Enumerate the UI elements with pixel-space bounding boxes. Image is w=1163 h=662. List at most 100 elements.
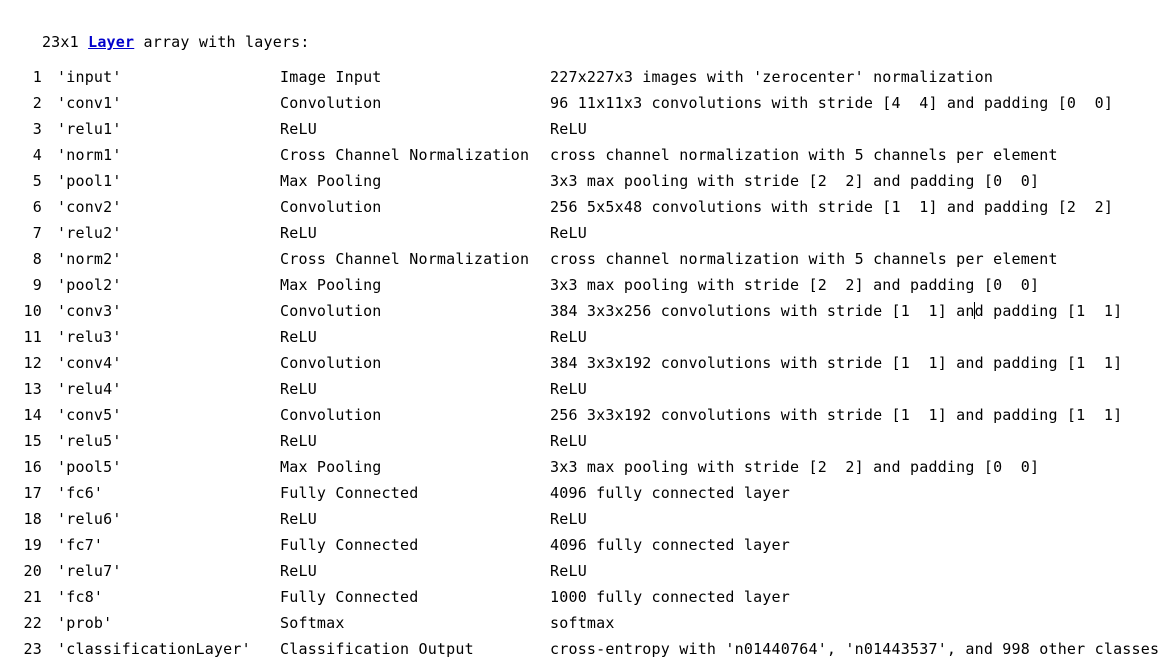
layer-row: 23 'classificationLayer' Classification Ou… (0, 636, 1163, 662)
layer-index: 6 (32, 198, 42, 216)
layer-description: ReLU (550, 328, 587, 346)
layer-description: cross channel normalization with 5 chann… (550, 250, 1058, 268)
layer-name: 'relu3' (57, 328, 122, 346)
layer-description: ReLU (550, 380, 587, 398)
layer-description: 3x3 max pooling with stride [2 2] and pa… (550, 172, 1040, 190)
header-prefix: 23x1 (41, 33, 89, 51)
layer-description: cross channel normalization with 5 chann… (550, 146, 1058, 164)
layer-name: 'classificationLayer' (57, 640, 251, 658)
layer-name: 'fc6' (57, 484, 104, 502)
layer-index: 13 (23, 380, 42, 398)
layer-description: ReLU (550, 510, 587, 528)
layer-type: ReLU (280, 328, 317, 346)
layer-name: 'pool5' (57, 458, 122, 476)
layer-name: 'relu2' (57, 224, 122, 242)
layer-index: 1 (32, 68, 42, 86)
layer-array-header: 23x1 Layer array with layers: (5, 12, 310, 72)
layer-row: 3 'relu1' ReLU ReLU (0, 116, 1163, 142)
layer-type: Max Pooling (280, 172, 382, 190)
layer-type: ReLU (280, 562, 317, 580)
layer-description: softmax (550, 614, 615, 632)
layer-name: 'prob' (57, 614, 113, 632)
layer-index: 4 (32, 146, 42, 164)
layer-index: 2 (32, 94, 42, 112)
layer-name: 'relu5' (57, 432, 122, 450)
layer-name: 'relu6' (57, 510, 122, 528)
layer-name: 'relu7' (57, 562, 122, 580)
layer-name: 'conv2' (57, 198, 122, 216)
layer-type: Cross Channel Normalization (280, 146, 530, 164)
layer-name: 'relu1' (57, 120, 122, 138)
layer-row: 22 'prob' Softmax softmax (0, 610, 1163, 636)
layer-name: 'relu4' (57, 380, 122, 398)
layer-index: 10 (23, 302, 42, 320)
layer-row: 1 'input' Image Input 227x227x3 images with… (0, 64, 1163, 90)
layer-type: Convolution (280, 406, 382, 424)
layer-row: 19 'fc7' Fully Connected 4096 fully connect… (0, 532, 1163, 558)
layer-index: 17 (23, 484, 42, 502)
layer-name: 'conv1' (57, 94, 122, 112)
layer-type: Convolution (280, 354, 382, 372)
layer-name: 'fc7' (57, 536, 104, 554)
layer-row: 13 'relu4' ReLU ReLU (0, 376, 1163, 402)
matlab-command-window-output: 23x1 Layer array with layers: 1 'input' Im… (0, 0, 1163, 662)
layer-name: 'pool2' (57, 276, 122, 294)
layer-description: 4096 fully connected layer (550, 484, 790, 502)
header-suffix: array with layers: (134, 33, 310, 51)
layer-index: 22 (23, 614, 42, 632)
layer-name: 'conv4' (57, 354, 122, 372)
layer-type: ReLU (280, 120, 317, 138)
layer-description: ReLU (550, 432, 587, 450)
layer-index: 23 (23, 640, 42, 658)
layer-row: 18 'relu6' ReLU ReLU (0, 506, 1163, 532)
layer-type: Convolution (280, 198, 382, 216)
layer-description: 384 3x3x256 convolutions with stride [1 … (550, 302, 1122, 320)
layer-list: 1 'input' Image Input 227x227x3 images with… (0, 64, 1163, 662)
layer-row: 4 'norm1' Cross Channel Normalization cross… (0, 142, 1163, 168)
layer-description: cross-entropy with 'n01440764', 'n014435… (550, 640, 1160, 658)
layer-row: 21 'fc8' Fully Connected 1000 fully connect… (0, 584, 1163, 610)
layer-type: Fully Connected (280, 484, 419, 502)
layer-type: ReLU (280, 224, 317, 242)
layer-description: 4096 fully connected layer (550, 536, 790, 554)
layer-index: 8 (32, 250, 42, 268)
layer-index: 9 (32, 276, 42, 294)
layer-description: 227x227x3 images with 'zerocenter' norma… (550, 68, 994, 86)
layer-type: Cross Channel Normalization (280, 250, 530, 268)
layer-type: Image Input (280, 68, 382, 86)
layer-name: 'fc8' (57, 588, 104, 606)
layer-row: 7 'relu2' ReLU ReLU (0, 220, 1163, 246)
layer-row: 10 'conv3' Convolution 384 3x3x256 convolut… (0, 298, 1163, 324)
layer-row: 12 'conv4' Convolution 384 3x3x192 convolut… (0, 350, 1163, 376)
layer-name: 'conv3' (57, 302, 122, 320)
layer-type: Convolution (280, 94, 382, 112)
layer-index: 21 (23, 588, 42, 606)
layer-index: 18 (23, 510, 42, 528)
layer-type: Max Pooling (280, 458, 382, 476)
layer-type: Convolution (280, 302, 382, 320)
layer-description: 384 3x3x192 convolutions with stride [1 … (550, 354, 1123, 372)
layer-description: 1000 fully connected layer (550, 588, 790, 606)
layer-description: 256 3x3x192 convolutions with stride [1 … (550, 406, 1123, 424)
layer-index: 19 (23, 536, 42, 554)
layer-type: Max Pooling (280, 276, 382, 294)
layer-description: 96 11x11x3 convolutions with stride [4 4… (550, 94, 1114, 112)
layer-description: 3x3 max pooling with stride [2 2] and pa… (550, 458, 1040, 476)
layer-name: 'conv5' (57, 406, 122, 424)
layer-index: 11 (23, 328, 42, 346)
layer-row: 16 'pool5' Max Pooling 3x3 max pooling with… (0, 454, 1163, 480)
layer-type: Softmax (280, 614, 345, 632)
layer-name: 'pool1' (57, 172, 122, 190)
layer-description: ReLU (550, 120, 587, 138)
layer-description: ReLU (550, 562, 587, 580)
layer-row: 8 'norm2' Cross Channel Normalization cross… (0, 246, 1163, 272)
layer-name: 'norm2' (57, 250, 122, 268)
layer-index: 5 (32, 172, 42, 190)
layer-row: 2 'conv1' Convolution 96 11x11x3 convolutio… (0, 90, 1163, 116)
layer-index: 7 (32, 224, 42, 242)
layer-index: 15 (23, 432, 42, 450)
layer-index: 12 (23, 354, 42, 372)
layer-class-link[interactable]: Layer (88, 33, 134, 51)
layer-row: 14 'conv5' Convolution 256 3x3x192 convolut… (0, 402, 1163, 428)
layer-type: Classification Output (280, 640, 474, 658)
